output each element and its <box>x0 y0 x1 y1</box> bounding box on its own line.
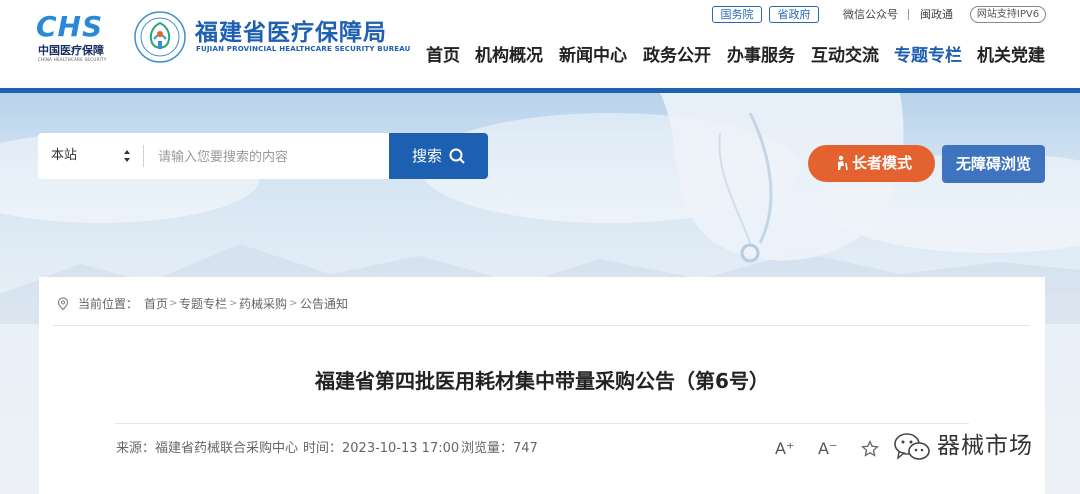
wechat-icon <box>894 433 930 460</box>
provincial-gov-link[interactable]: 省政府 <box>769 6 819 23</box>
search-input[interactable] <box>158 144 408 168</box>
state-council-link[interactable]: 国务院 <box>712 6 762 23</box>
star-icon[interactable] <box>861 440 879 458</box>
search-icon <box>449 148 465 164</box>
search-button[interactable]: 搜索 <box>389 133 488 179</box>
nav-organization[interactable]: 机构概况 <box>475 44 543 68</box>
search-button-label: 搜索 <box>412 147 443 165</box>
search-scope-select[interactable]: 本站 <box>51 147 77 165</box>
watermark-text: 器械市场 <box>937 433 1033 459</box>
minzheng-link[interactable]: 闽政通 <box>920 8 953 21</box>
nav-special-topics[interactable]: 专题专栏 <box>894 44 962 68</box>
search-divider <box>143 145 144 167</box>
breadcrumb-separator: > <box>169 298 178 309</box>
nav-party-building[interactable]: 机关党建 <box>977 44 1045 68</box>
elder-person-icon <box>838 155 848 171</box>
breadcrumb-notices[interactable]: 公告通知 <box>300 295 348 313</box>
doctor-illustration <box>660 93 904 263</box>
ipv6-badge: 网站支持IPV6 <box>970 6 1046 23</box>
nav-interaction[interactable]: 互动交流 <box>811 44 879 68</box>
breadcrumb-special-topics[interactable]: 专题专栏 <box>179 295 227 313</box>
divider <box>908 9 909 20</box>
accessible-browse-button[interactable]: 无障碍浏览 <box>942 145 1045 183</box>
main-nav: 首页 机构概况 新闻中心 政务公开 办事服务 互动交流 专题专栏 机关党建 <box>0 44 1080 70</box>
article-time: 时间：2023-10-13 17:00 <box>303 441 460 456</box>
elder-mode-button[interactable]: 长者模式 <box>808 145 935 182</box>
elder-mode-label: 长者模式 <box>852 154 913 172</box>
scope-updown-icon[interactable] <box>123 147 131 165</box>
breadcrumb-divider <box>53 325 1030 326</box>
breadcrumb-separator: > <box>289 298 298 309</box>
wechat-link[interactable]: 微信公众号 <box>843 8 898 21</box>
nav-news[interactable]: 新闻中心 <box>559 44 627 68</box>
breadcrumb-prefix: 当前位置： <box>78 297 139 311</box>
breadcrumb-procurement[interactable]: 药械采购 <box>239 295 287 313</box>
article-views: 浏览量：747 <box>461 441 538 456</box>
breadcrumb-home[interactable]: 首页 <box>144 295 168 313</box>
location-pin-icon <box>57 297 69 311</box>
title-divider <box>115 423 969 424</box>
font-decrease-button[interactable]: A⁻ <box>818 439 837 459</box>
nav-gov-affairs[interactable]: 政务公开 <box>643 44 711 68</box>
breadcrumb-separator: > <box>229 298 238 309</box>
wechat-watermark: 器械市场 <box>893 427 1053 467</box>
nav-home[interactable]: 首页 <box>426 44 460 68</box>
article-source: 来源：福建省药械联合采购中心 <box>116 441 299 456</box>
site-header: CHS 中国医疗保障 CHINA HEALTHCARE SECURITY 福建省… <box>0 0 1080 88</box>
article-title: 福建省第四批医用耗材集中带量采购公告（第6号） <box>315 369 769 393</box>
breadcrumb: 当前位置： 首页 > 专题专栏 > 药械采购 > 公告通知 <box>57 295 457 313</box>
nav-services[interactable]: 办事服务 <box>727 44 795 68</box>
font-increase-button[interactable]: A⁺ <box>775 439 794 459</box>
top-links: 国务院 省政府 微信公众号 闽政通 网站支持IPV6 <box>0 6 1080 24</box>
